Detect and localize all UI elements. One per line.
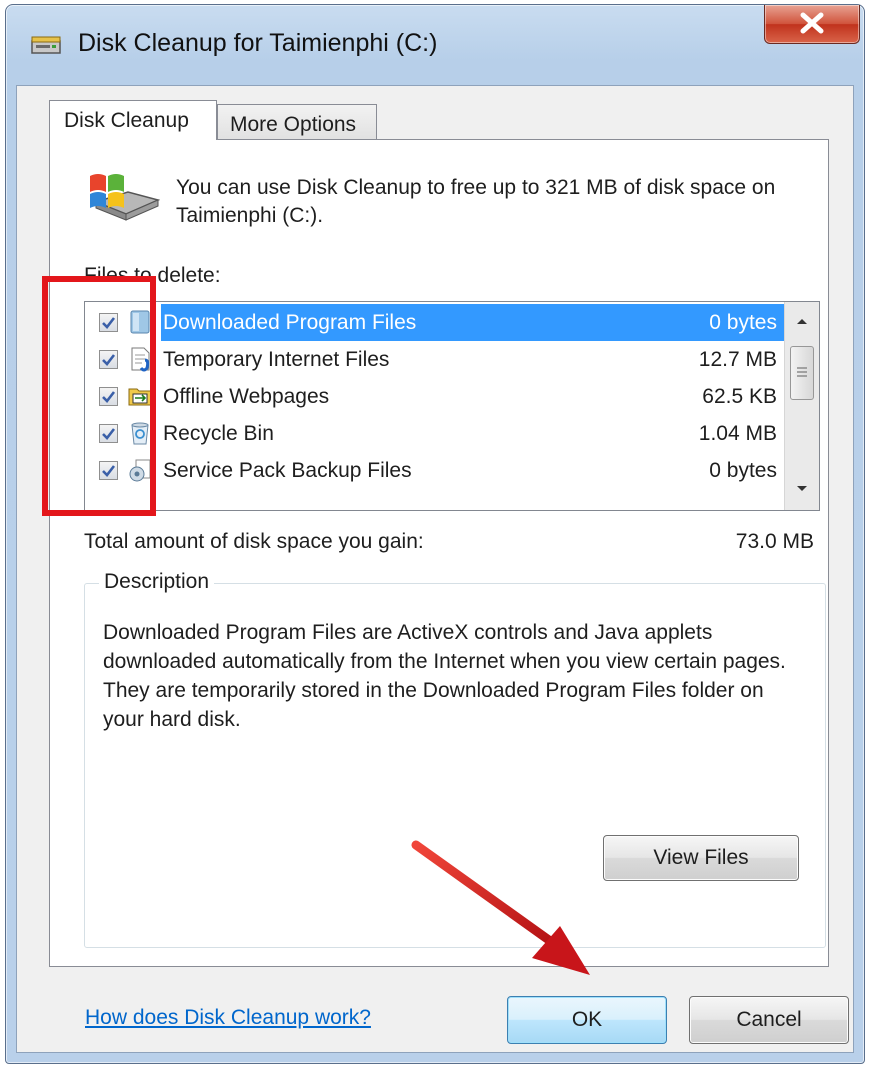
list-item[interactable]: Service Pack Backup Files 0 bytes <box>85 452 785 489</box>
description-group: Description Downloaded Program Files are… <box>84 570 826 948</box>
help-link[interactable]: How does Disk Cleanup work? <box>85 1006 371 1030</box>
disk-cleanup-panel: You can use Disk Cleanup to free up to 3… <box>49 139 829 967</box>
drive-cleanup-icon <box>90 174 160 221</box>
close-button[interactable] <box>764 5 860 44</box>
intro-text: You can use Disk Cleanup to free up to 3… <box>176 176 776 227</box>
total-space-value: 73.0 MB <box>735 530 814 553</box>
grip-icon <box>797 367 807 377</box>
list-item[interactable]: Recycle Bin 1.04 MB <box>85 415 785 452</box>
dialog-client-area: Disk Cleanup More Options You can use Di… <box>16 85 854 1053</box>
file-size: 0 bytes <box>709 311 777 334</box>
file-name: Recycle Bin <box>163 422 274 445</box>
scroll-up-icon[interactable] <box>789 308 815 334</box>
total-space-label: Total amount of disk space you gain: <box>84 530 424 553</box>
file-size: 62.5 KB <box>702 385 777 408</box>
tab-more-options[interactable]: More Options <box>217 104 377 140</box>
ok-button[interactable]: OK <box>507 996 667 1044</box>
scroll-down-icon[interactable] <box>789 476 815 502</box>
tab-disk-cleanup[interactable]: Disk Cleanup <box>49 100 217 140</box>
description-text: Downloaded Program Files are ActiveX con… <box>103 621 786 731</box>
list-item[interactable]: Downloaded Program Files 0 bytes <box>85 304 785 341</box>
file-size: 1.04 MB <box>698 422 777 445</box>
cancel-button[interactable]: Cancel <box>689 996 849 1044</box>
checkbox-highlight-box <box>42 276 156 516</box>
view-files-button[interactable]: View Files <box>603 835 799 881</box>
vertical-scrollbar[interactable] <box>784 302 819 510</box>
file-size: 12.7 MB <box>698 348 777 371</box>
file-name: Service Pack Backup Files <box>163 459 412 482</box>
description-legend: Description <box>99 570 215 594</box>
files-to-delete-list[interactable]: Downloaded Program Files 0 bytes Tempora… <box>84 301 820 511</box>
disk-cleanup-window: Disk Cleanup for Taimienphi (C:) Disk Cl… <box>5 4 865 1064</box>
list-item[interactable]: Temporary Internet Files 12.7 MB <box>85 341 785 378</box>
file-name: Downloaded Program Files <box>161 304 785 341</box>
close-icon <box>800 12 824 34</box>
file-name: Temporary Internet Files <box>163 348 390 371</box>
window-title: Disk Cleanup for Taimienphi (C:) <box>78 29 438 57</box>
file-name: Offline Webpages <box>163 385 330 408</box>
list-item[interactable]: Offline Webpages 62.5 KB <box>85 378 785 415</box>
scroll-thumb[interactable] <box>790 346 814 400</box>
title-bar[interactable]: Disk Cleanup for Taimienphi (C:) <box>6 5 864 87</box>
disk-cleanup-icon <box>31 36 61 54</box>
file-size: 0 bytes <box>709 459 777 482</box>
